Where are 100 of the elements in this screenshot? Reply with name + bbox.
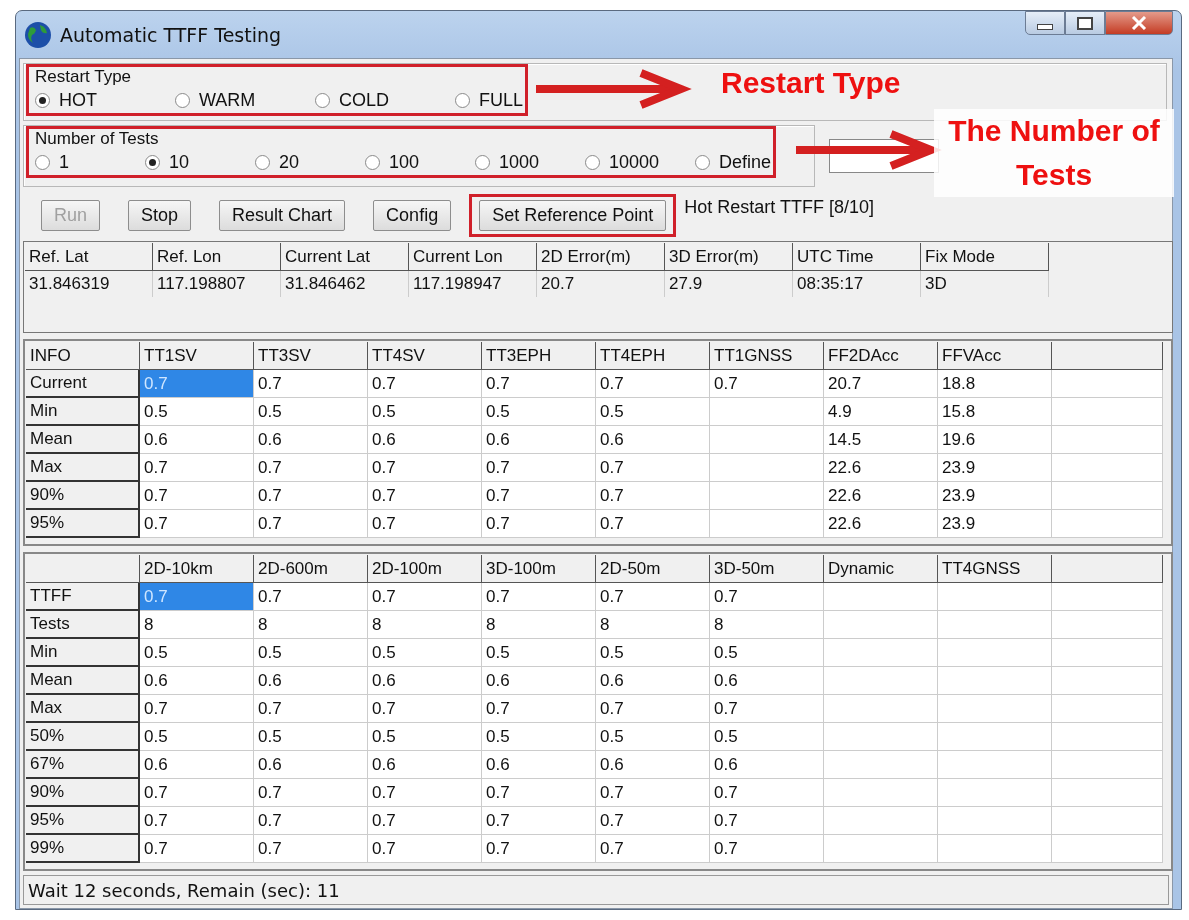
column-header: 2D-50m bbox=[596, 555, 710, 583]
radio-option[interactable]: 10 bbox=[145, 149, 255, 175]
table-cell: 27.9 bbox=[665, 271, 793, 297]
table-cell: 0.5 bbox=[368, 723, 482, 751]
table-cell: 4.9 bbox=[824, 398, 938, 426]
annotation-text: The Number of Tests bbox=[934, 109, 1174, 197]
group-label: Number of Tests bbox=[35, 129, 160, 149]
column-header: Ref. Lon bbox=[153, 243, 281, 271]
column-header: FFVAcc bbox=[938, 342, 1052, 370]
table-cell: 8 bbox=[368, 611, 482, 639]
column-header: TT4EPH bbox=[596, 342, 710, 370]
table-cell: 0.7 bbox=[368, 454, 482, 482]
table-cell: 0.7 bbox=[254, 695, 368, 723]
table-cell: 0.7 bbox=[482, 835, 596, 863]
table-cell: 08:35:17 bbox=[793, 271, 921, 297]
table-cell: 0.7 bbox=[482, 482, 596, 510]
table-cell: 0.7 bbox=[254, 779, 368, 807]
table-cell: 0.7 bbox=[596, 695, 710, 723]
table-cell: 0.7 bbox=[368, 695, 482, 723]
close-icon bbox=[1131, 16, 1147, 30]
window-title: Automatic TTFF Testing bbox=[60, 23, 282, 46]
radio-option[interactable]: HOT bbox=[35, 87, 175, 113]
table-cell: 8 bbox=[254, 611, 368, 639]
table-cell: 31.846319 bbox=[25, 271, 153, 297]
close-button[interactable] bbox=[1105, 11, 1173, 35]
action-button[interactable]: Result Chart bbox=[219, 199, 346, 231]
table-cell: 0.7 bbox=[710, 807, 824, 835]
table-cell: 0.7 bbox=[596, 454, 710, 482]
table-cell: 0.5 bbox=[140, 398, 254, 426]
table-cell: 14.5 bbox=[824, 426, 938, 454]
table-cell: 0.7 bbox=[482, 779, 596, 807]
table-cell: 0.5 bbox=[254, 639, 368, 667]
radio-option[interactable]: 20 bbox=[255, 149, 365, 175]
table-cell: 0.5 bbox=[596, 639, 710, 667]
table-cell: 0.6 bbox=[482, 751, 596, 779]
table-cell: 0.6 bbox=[368, 426, 482, 454]
table-cell: 0.5 bbox=[482, 639, 596, 667]
column-header: TT3EPH bbox=[482, 342, 596, 370]
table-cell: 0.7 bbox=[596, 779, 710, 807]
table-cell: 0.7 bbox=[596, 583, 710, 611]
table-cell: 0.6 bbox=[710, 751, 824, 779]
table-cell: 0.6 bbox=[254, 751, 368, 779]
row-header: Current bbox=[26, 370, 140, 398]
table-cell: 0.5 bbox=[596, 398, 710, 426]
action-button[interactable]: Stop bbox=[128, 199, 192, 231]
row-header: 95% bbox=[26, 510, 140, 538]
table-cell: 0.6 bbox=[596, 667, 710, 695]
table-cell: 0.7 bbox=[140, 835, 254, 863]
column-header: TT1GNSS bbox=[710, 342, 824, 370]
column-header: TT4GNSS bbox=[938, 555, 1052, 583]
row-header: 90% bbox=[26, 779, 140, 807]
maximize-icon bbox=[1077, 16, 1093, 30]
table-cell: 0.6 bbox=[368, 667, 482, 695]
row-header: Min bbox=[26, 398, 140, 426]
radio-option[interactable]: 1000 bbox=[475, 149, 585, 175]
table-cell: 0.6 bbox=[368, 751, 482, 779]
row-header: 50% bbox=[26, 723, 140, 751]
table-cell: 0.5 bbox=[482, 398, 596, 426]
column-header: 2D Error(m) bbox=[537, 243, 665, 271]
annotation-text: Restart Type bbox=[721, 65, 901, 101]
radio-option[interactable]: WARM bbox=[175, 87, 315, 113]
table-cell: 0.7 bbox=[254, 807, 368, 835]
column-header: Current Lon bbox=[409, 243, 537, 271]
column-header: 3D-50m bbox=[710, 555, 824, 583]
radio-option[interactable]: 100 bbox=[365, 149, 475, 175]
table-cell: 0.7 bbox=[140, 807, 254, 835]
table-cell: 0.7 bbox=[710, 779, 824, 807]
action-button[interactable]: Set Reference Point bbox=[479, 199, 667, 231]
table-cell: 31.846462 bbox=[281, 271, 409, 297]
row-header: Max bbox=[26, 454, 140, 482]
table-cell: 0.7 bbox=[368, 779, 482, 807]
maximize-button[interactable] bbox=[1065, 11, 1105, 35]
column-header: Fix Mode bbox=[921, 243, 1049, 271]
globe-icon bbox=[24, 20, 52, 49]
column-header: 2D-100m bbox=[368, 555, 482, 583]
column-header: FF2DAcc bbox=[824, 342, 938, 370]
table-cell: 0.7 bbox=[140, 695, 254, 723]
radio-option[interactable]: Define bbox=[695, 149, 772, 175]
action-button[interactable]: Config bbox=[373, 199, 452, 231]
table-cell: 0.7 bbox=[482, 807, 596, 835]
table-cell: 0.6 bbox=[140, 426, 254, 454]
table-cell: 0.7 bbox=[140, 454, 254, 482]
row-header: TTFF bbox=[26, 583, 140, 611]
table-cell: 0.7 bbox=[596, 510, 710, 538]
column-header: TT4SV bbox=[368, 342, 482, 370]
table-cell: 0.7 bbox=[254, 835, 368, 863]
minimize-button[interactable] bbox=[1025, 11, 1065, 35]
run-status-text: Hot Restart TTFF [8/10] bbox=[684, 197, 874, 218]
table-cell: 8 bbox=[710, 611, 824, 639]
table-cell: 0.6 bbox=[482, 426, 596, 454]
radio-option[interactable]: 10000 bbox=[585, 149, 695, 175]
radio-option[interactable]: 1 bbox=[35, 149, 145, 175]
table-cell: 8 bbox=[482, 611, 596, 639]
radio-option[interactable]: FULL bbox=[455, 87, 523, 113]
table-cell: 0.7 bbox=[140, 583, 254, 611]
table-cell: 0.7 bbox=[254, 510, 368, 538]
row-header: 95% bbox=[26, 807, 140, 835]
radio-option[interactable]: COLD bbox=[315, 87, 455, 113]
table-cell: 0.5 bbox=[254, 723, 368, 751]
table-cell: 0.7 bbox=[482, 695, 596, 723]
